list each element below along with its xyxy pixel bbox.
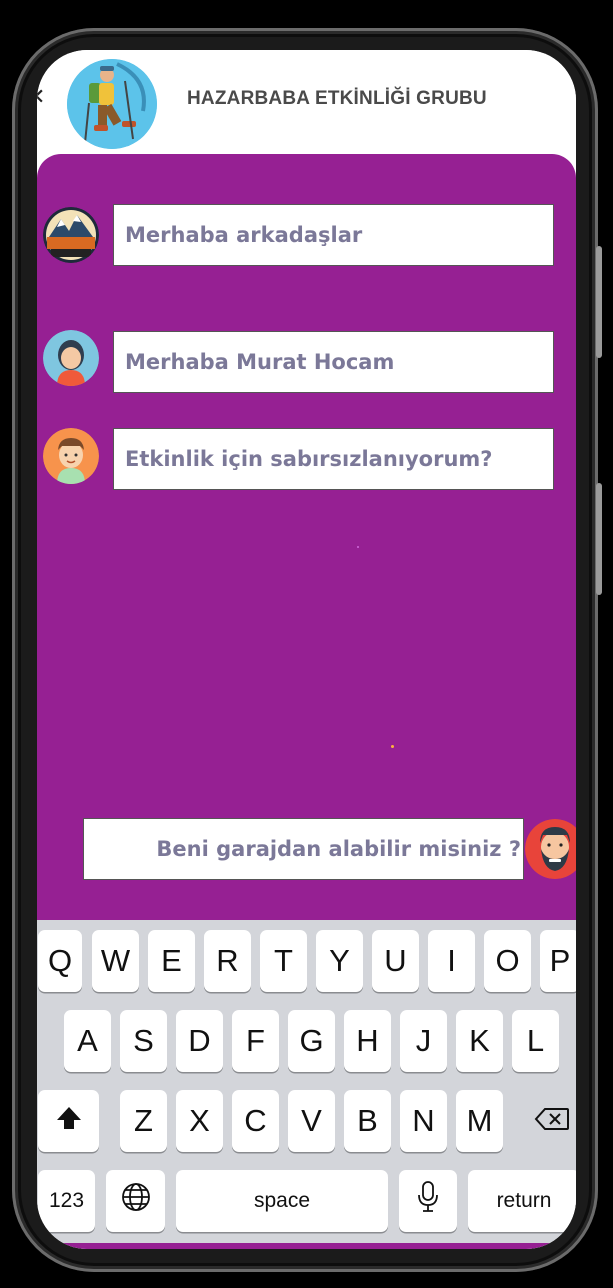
globe-key[interactable] xyxy=(106,1170,165,1232)
key-r[interactable]: R xyxy=(204,930,251,992)
sparkle-dot xyxy=(391,745,394,748)
boy-avatar xyxy=(43,428,99,484)
key-o[interactable]: O xyxy=(484,930,531,992)
microphone-key[interactable] xyxy=(399,1170,457,1232)
close-icon[interactable]: ✕ xyxy=(37,87,47,109)
key-l[interactable]: L xyxy=(512,1010,559,1072)
sparkle-dot xyxy=(357,546,359,548)
message-bubble-4[interactable]: Beni garajdan alabilir misiniz ? xyxy=(83,818,524,880)
numbers-key[interactable]: 123 xyxy=(38,1170,95,1232)
message-bubble-3[interactable]: Etkinlik için sabırsızlanıyorum? xyxy=(113,428,554,490)
key-k[interactable]: K xyxy=(456,1010,503,1072)
phone-screen: ✕ HAZARBABA ETKİNLİĞİ GRUBU xyxy=(37,50,576,1249)
microphone-icon xyxy=(415,1180,441,1222)
power-button xyxy=(596,483,602,595)
chat-header: ✕ HAZARBABA ETKİNLİĞİ GRUBU xyxy=(37,50,576,160)
nature-club-logo xyxy=(43,207,99,263)
key-p[interactable]: P xyxy=(540,930,576,992)
key-i[interactable]: I xyxy=(428,930,475,992)
key-g[interactable]: G xyxy=(288,1010,335,1072)
message-text-4: Beni garajdan alabilir misiniz ? xyxy=(156,837,521,861)
backspace-icon xyxy=(534,1103,570,1139)
virtual-keyboard: Q W E R T Y U I O P A S D F G H J K L Z … xyxy=(37,920,576,1249)
key-a[interactable]: A xyxy=(64,1010,111,1072)
key-m[interactable]: M xyxy=(456,1090,503,1152)
message-bubble-2[interactable]: Merhaba Murat Hocam xyxy=(113,331,554,393)
key-f[interactable]: F xyxy=(232,1010,279,1072)
key-t[interactable]: T xyxy=(260,930,307,992)
bearded-man-avatar xyxy=(525,819,576,879)
woman-avatar xyxy=(43,330,99,386)
key-c[interactable]: C xyxy=(232,1090,279,1152)
key-d[interactable]: D xyxy=(176,1010,223,1072)
key-b[interactable]: B xyxy=(344,1090,391,1152)
key-s[interactable]: S xyxy=(120,1010,167,1072)
key-w[interactable]: W xyxy=(92,930,139,992)
chat-area: Merhaba arkadaşlar Merhaba Murat Hocam E… xyxy=(37,154,576,934)
backspace-key[interactable] xyxy=(524,1090,576,1152)
key-u[interactable]: U xyxy=(372,930,419,992)
volume-button xyxy=(596,246,602,358)
shift-icon xyxy=(56,1103,82,1139)
key-h[interactable]: H xyxy=(344,1010,391,1072)
key-q[interactable]: Q xyxy=(38,930,82,992)
space-key[interactable]: space xyxy=(176,1170,388,1232)
key-z[interactable]: Z xyxy=(120,1090,167,1152)
group-title: HAZARBABA ETKİNLİĞİ GRUBU xyxy=(187,88,487,109)
bottom-strip xyxy=(37,1243,576,1249)
key-x[interactable]: X xyxy=(176,1090,223,1152)
key-y[interactable]: Y xyxy=(316,930,363,992)
key-n[interactable]: N xyxy=(400,1090,447,1152)
message-bubble-1[interactable]: Merhaba arkadaşlar xyxy=(113,204,554,266)
shift-key[interactable] xyxy=(38,1090,99,1152)
hiker-avatar[interactable] xyxy=(67,59,157,149)
key-j[interactable]: J xyxy=(400,1010,447,1072)
key-e[interactable]: E xyxy=(148,930,195,992)
return-key[interactable]: return xyxy=(468,1170,576,1232)
globe-icon xyxy=(121,1182,151,1220)
key-v[interactable]: V xyxy=(288,1090,335,1152)
